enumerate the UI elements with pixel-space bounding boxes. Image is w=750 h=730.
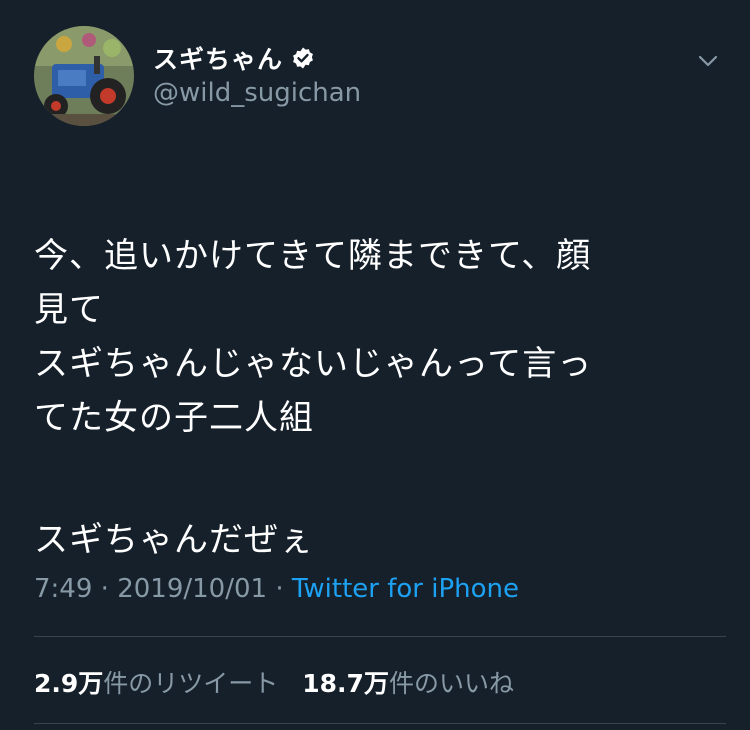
avatar[interactable] [34, 26, 134, 126]
likes-count-link[interactable]: 18.7万件のいいね [302, 669, 514, 698]
tweet-paragraph: スギちゃんだぜぇ [34, 520, 314, 560]
divider [34, 723, 726, 724]
retweets-count: 2.9万 [34, 669, 104, 698]
display-name[interactable]: スギちゃん [153, 40, 283, 76]
tweet-menu-button[interactable] [694, 47, 722, 75]
likes-count: 18.7万 [302, 669, 389, 698]
author-name-row[interactable]: スギちゃん [153, 40, 315, 76]
tweet-meta: 7:49 · 2019/10/01 · Twitter for iPhone [34, 574, 519, 604]
meta-separator: · [100, 574, 109, 604]
tweet-stats: 2.9万件のリツイート 18.7万件のいいね [34, 664, 514, 700]
chevron-down-icon [698, 55, 718, 67]
tractor-photo-avatar-icon [34, 26, 134, 126]
meta-separator: · [275, 574, 284, 604]
verified-badge-icon [293, 47, 313, 69]
tweet-text: 今、追いかけてきて隣まできて、顔 見て スギちゃんじゃないじゃんって言っ てた女… [34, 175, 714, 635]
tweet-paragraph: 今、追いかけてきて隣まできて、顔 見て スギちゃんじゃないじゃんって言っ てた女… [34, 236, 593, 438]
author-handle[interactable]: @wild_sugichan [153, 78, 361, 108]
retweets-count-link[interactable]: 2.9万件のリツイート [34, 669, 278, 698]
tweet-date[interactable]: 2019/10/01 [117, 574, 267, 604]
divider [34, 636, 726, 637]
tweet-source-link[interactable]: Twitter for iPhone [292, 574, 519, 604]
tweet-time[interactable]: 7:49 [34, 574, 92, 604]
likes-label: 件のいいね [388, 669, 514, 698]
retweets-label: 件のリツイート [103, 669, 279, 698]
